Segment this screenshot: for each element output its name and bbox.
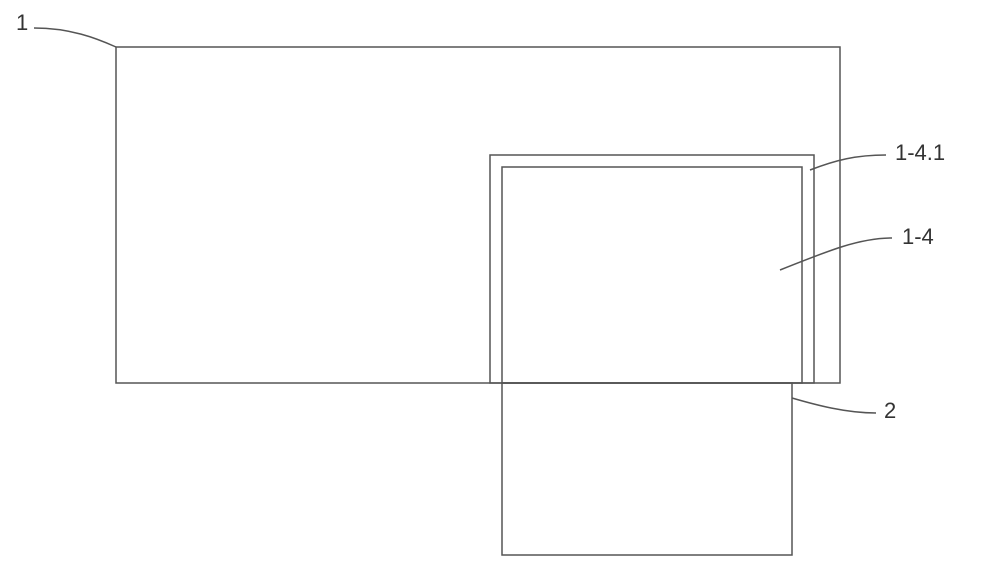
leader-1-4-1 (810, 155, 886, 170)
label-1-4: 1-4 (902, 224, 934, 250)
part-1-4-1-rect (490, 155, 814, 383)
part-2-rect (502, 383, 792, 555)
label-1-4-1: 1-4.1 (895, 140, 945, 166)
leader-1-4 (780, 238, 892, 270)
diagram-svg (0, 0, 1000, 571)
label-2: 2 (884, 398, 896, 424)
leader-2 (792, 398, 876, 413)
technical-diagram: 1 1-4.1 1-4 2 (0, 0, 1000, 571)
leader-1 (34, 28, 116, 47)
label-1: 1 (16, 10, 28, 36)
part-1-rect (116, 47, 840, 383)
part-1-4-rect (502, 167, 802, 383)
